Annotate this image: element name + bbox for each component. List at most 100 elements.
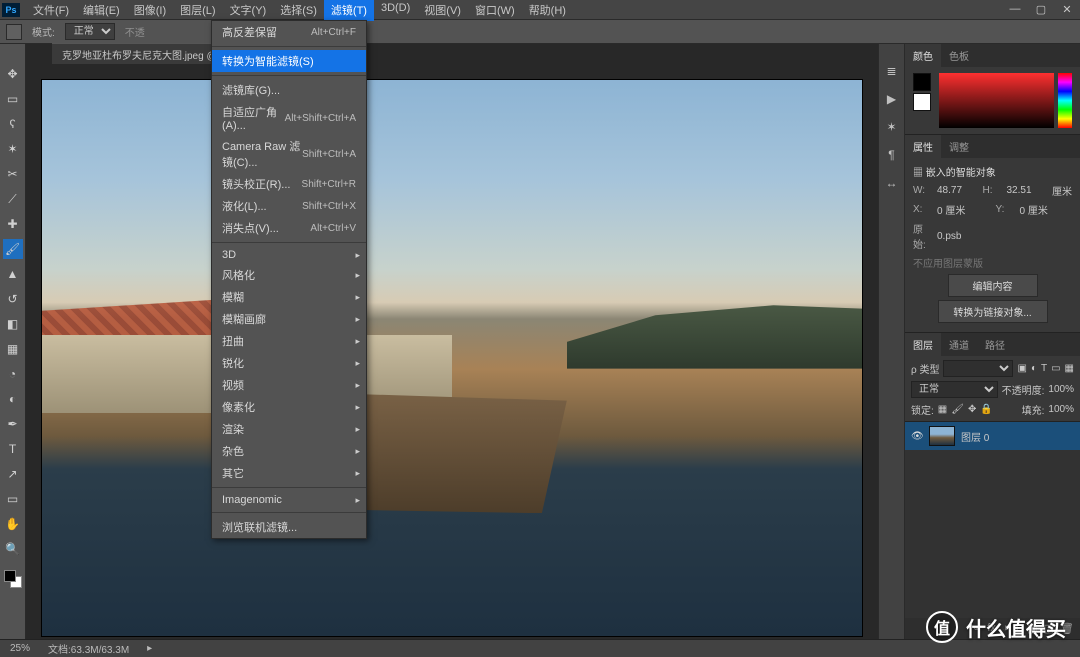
width-value[interactable]: 48.77 [937, 185, 977, 196]
tab-channels[interactable]: 通道 [941, 333, 977, 356]
filter-item[interactable]: 视频 [212, 374, 366, 396]
filter-item[interactable]: 转换为智能滤镜(S) [212, 50, 366, 72]
tab-properties[interactable]: 属性 [905, 135, 941, 158]
filter-item[interactable]: 镜头校正(R)...Shift+Ctrl+R [212, 173, 366, 195]
lock-all-icon[interactable]: 🔒 [980, 404, 992, 415]
chevron-right-icon[interactable]: ▸ [147, 643, 152, 654]
shape-tool[interactable]: ▭ [3, 489, 23, 509]
menu-3d[interactable]: 3D(D) [374, 0, 417, 21]
foreground-background-swatches[interactable] [4, 570, 22, 588]
filter-item[interactable]: 杂色 [212, 440, 366, 462]
zoom-level[interactable]: 25% [10, 643, 30, 654]
menu-编辑[interactable]: 编辑(E) [76, 0, 127, 21]
filter-item[interactable]: Camera Raw 滤镜(C)...Shift+Ctrl+A [212, 135, 366, 173]
layer-blend-select[interactable]: 正常 [911, 381, 998, 398]
blur-tool[interactable]: ◔ [3, 364, 23, 384]
crop-tool[interactable]: ✂ [3, 164, 23, 184]
actions-panel-icon[interactable]: ▶ [883, 90, 901, 108]
tab-paths[interactable]: 路径 [977, 333, 1013, 356]
menu-文字[interactable]: 文字(Y) [223, 0, 274, 21]
color-picker[interactable] [905, 67, 1080, 135]
hue-slider[interactable] [1058, 73, 1072, 128]
close-button[interactable]: ✕ [1054, 1, 1080, 18]
filter-item[interactable]: 3D [212, 246, 366, 264]
filter-item[interactable]: 浏览联机滤镜... [212, 516, 366, 538]
filter-item[interactable]: 高反差保留Alt+Ctrl+F [212, 21, 366, 43]
x-value[interactable]: 0 厘米 [937, 202, 990, 217]
filter-item[interactable]: 扭曲 [212, 330, 366, 352]
menu-选择[interactable]: 选择(S) [273, 0, 324, 21]
restore-button[interactable]: ▢ [1028, 1, 1054, 18]
layer-thumbnail[interactable] [929, 426, 955, 446]
layer-name[interactable]: 图层 0 [961, 429, 989, 444]
filter-shape-icon[interactable]: ▭ [1051, 363, 1060, 374]
text-tool[interactable]: T [3, 439, 23, 459]
blend-mode-select[interactable]: 正常 [65, 23, 115, 40]
filter-item[interactable]: 其它 [212, 462, 366, 484]
layer-opacity-value[interactable]: 100% [1048, 384, 1074, 395]
filter-item[interactable]: 模糊 [212, 286, 366, 308]
minimize-button[interactable]: — [1002, 1, 1028, 18]
lock-pos-icon[interactable]: ✥ [968, 404, 976, 415]
tool-preset-swatch[interactable] [6, 24, 22, 40]
brush-tool[interactable]: 🖌 [3, 239, 23, 259]
background-color-swatch[interactable] [913, 93, 931, 111]
brushes-panel-icon[interactable]: ✶ [883, 118, 901, 136]
filter-text-icon[interactable]: T [1041, 363, 1047, 374]
lock-trans-icon[interactable]: ▦ [938, 404, 947, 415]
filter-item[interactable]: 自适应广角(A)...Alt+Shift+Ctrl+A [212, 101, 366, 135]
layer-fill-value[interactable]: 100% [1048, 404, 1074, 415]
tab-layers[interactable]: 图层 [905, 333, 941, 356]
tab-adjustments[interactable]: 调整 [941, 135, 977, 158]
menu-图层[interactable]: 图层(L) [173, 0, 222, 21]
gradient-tool[interactable]: ▦ [3, 339, 23, 359]
paragraph-panel-icon[interactable]: ↔ [883, 174, 901, 192]
filter-item[interactable]: 渲染 [212, 418, 366, 440]
color-field[interactable] [939, 73, 1054, 128]
history-panel-icon[interactable]: ≣ [883, 62, 901, 80]
menu-文件[interactable]: 文件(F) [26, 0, 76, 21]
filter-item[interactable]: 风格化 [212, 264, 366, 286]
tab-swatches[interactable]: 色板 [941, 44, 977, 67]
pen-tool[interactable]: ✒ [3, 414, 23, 434]
character-panel-icon[interactable]: ¶ [883, 146, 901, 164]
path-tool[interactable]: ↗ [3, 464, 23, 484]
filter-adjust-icon[interactable]: ◐ [1031, 363, 1037, 374]
visibility-toggle-icon[interactable]: 👁 [911, 431, 923, 442]
layer-kind-select[interactable] [943, 360, 1013, 377]
marquee-tool[interactable]: ▭ [3, 89, 23, 109]
eraser-tool[interactable]: ◧ [3, 314, 23, 334]
height-value[interactable]: 32.51 [1007, 185, 1047, 196]
menu-帮助[interactable]: 帮助(H) [522, 0, 573, 21]
heal-tool[interactable]: ✚ [3, 214, 23, 234]
dodge-tool[interactable]: ◐ [3, 389, 23, 409]
filter-image-icon[interactable]: ▣ [1017, 363, 1026, 374]
foreground-color-swatch[interactable] [913, 73, 931, 91]
edit-contents-button[interactable]: 编辑内容 [948, 274, 1038, 297]
lasso-tool[interactable]: ʕ [3, 114, 23, 134]
convert-to-linked-button[interactable]: 转换为链接对象... [938, 300, 1048, 323]
stamp-tool[interactable]: ▲ [3, 264, 23, 284]
filter-item[interactable]: 消失点(V)...Alt+Ctrl+V [212, 217, 366, 239]
lock-paint-icon[interactable]: 🖌 [951, 404, 964, 415]
tab-color[interactable]: 颜色 [905, 44, 941, 67]
wand-tool[interactable]: ✶ [3, 139, 23, 159]
menu-视图[interactable]: 视图(V) [417, 0, 468, 21]
menu-滤镜[interactable]: 滤镜(T) [324, 0, 374, 21]
filter-smart-icon[interactable]: ▦ [1065, 363, 1074, 374]
hand-tool[interactable]: ✋ [3, 514, 23, 534]
move-tool[interactable]: ✥ [3, 64, 23, 84]
filter-item[interactable]: 液化(L)...Shift+Ctrl+X [212, 195, 366, 217]
filter-item[interactable]: 模糊画廊 [212, 308, 366, 330]
layer-row[interactable]: 👁 图层 0 [905, 422, 1080, 450]
zoom-tool[interactable]: 🔍 [3, 539, 23, 559]
filter-item[interactable]: 像素化 [212, 396, 366, 418]
history-brush-tool[interactable]: ↺ [3, 289, 23, 309]
canvas-area[interactable] [26, 64, 878, 639]
eyedropper-tool[interactable]: ⟋ [3, 189, 23, 209]
filter-item[interactable]: 锐化 [212, 352, 366, 374]
filter-item[interactable]: Imagenomic [212, 491, 366, 509]
menu-图像[interactable]: 图像(I) [127, 0, 173, 21]
filter-item[interactable]: 滤镜库(G)... [212, 79, 366, 101]
menu-窗口[interactable]: 窗口(W) [468, 0, 522, 21]
